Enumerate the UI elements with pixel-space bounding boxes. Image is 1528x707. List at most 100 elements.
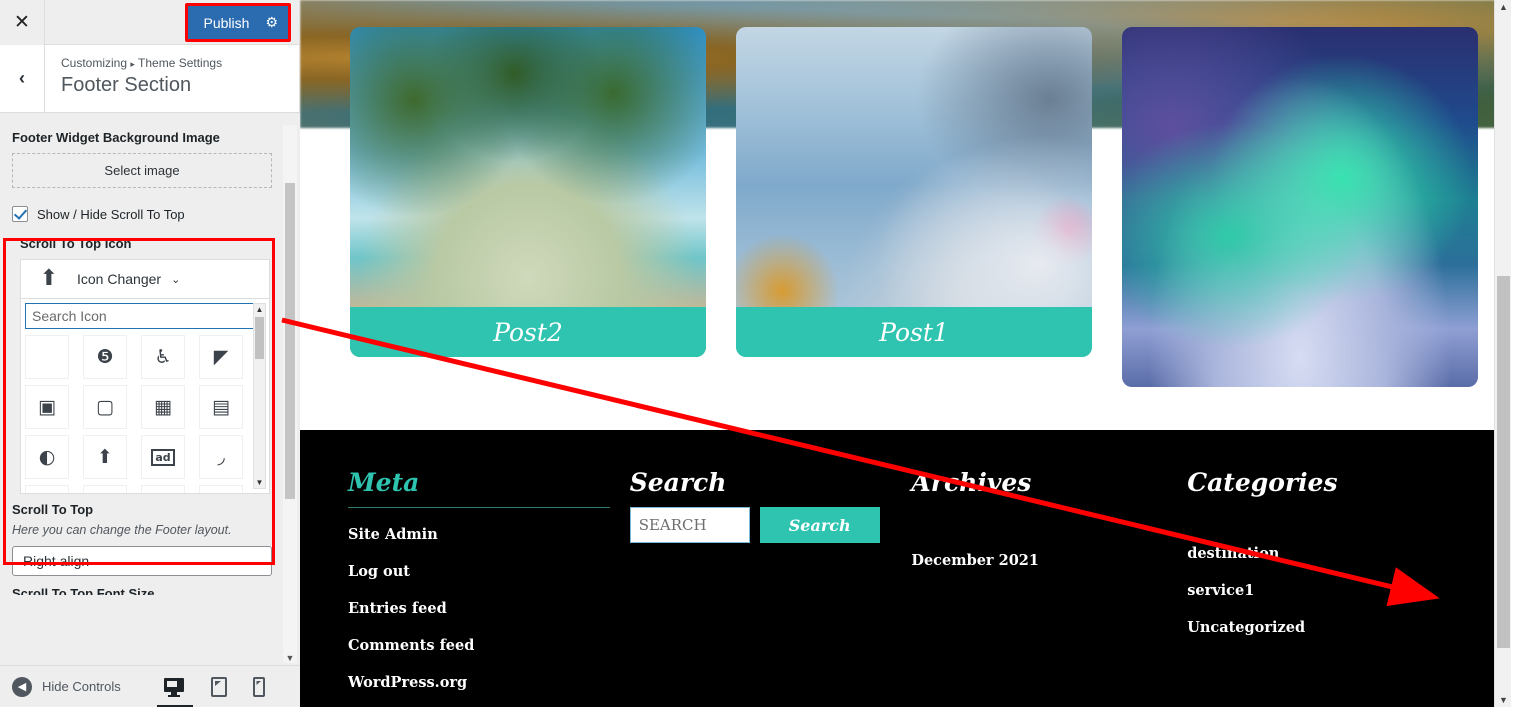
icon-changer-toggle[interactable]: ⬆ Icon Changer ⌄ [20,259,270,299]
post-thumbnail [1122,27,1478,387]
customizer-header: ✕ Publish ⚙ [0,0,299,45]
gear-icon[interactable]: ⚙ [265,14,278,31]
adjust-icon[interactable]: ◐ [25,435,69,479]
footer-link[interactable]: Log out [348,563,630,580]
publish-highlight: Publish ⚙ [184,3,291,42]
scroll-to-top-select-value: Right align [23,553,90,569]
icon-grid: ❺ ♿ ◤ ▣ ▢ ▦ ▤ ◐ ⬆ ad ◞ ▩ ☰ ☰ ☰ [25,335,257,493]
footer-link[interactable]: December 2021 [911,552,1187,569]
search-icon-input[interactable] [25,303,257,329]
close-icon[interactable]: ✕ [0,0,45,45]
breadcrumb-separator-icon: ▸ [130,59,135,69]
breadcrumb-parent: Theme Settings [138,56,223,70]
site-footer: Meta Site Admin Log out Entries feed Com… [300,430,1511,707]
scroll-down-icon[interactable]: ▼ [285,653,295,663]
show-hide-scroll-top-row[interactable]: Show / Hide Scroll To Top [12,206,288,222]
sidebar-footer: ◀ Hide Controls [0,665,300,707]
footer-widget-meta: Meta Site Admin Log out Entries feed Com… [348,468,630,707]
breadcrumb: Customizing ▸ Theme Settings [61,55,222,72]
collapse-icon: ◀ [12,676,32,697]
blank-icon[interactable] [25,335,69,379]
scroll-to-top-select[interactable]: Right align ⌄ [12,546,272,576]
ad-icon[interactable]: ad [141,435,185,479]
post-card[interactable] [1122,27,1478,387]
adversal-icon[interactable]: ⬆ [83,435,127,479]
affiliatetheme-icon[interactable]: ◞ [199,435,243,479]
address-card-solid-icon[interactable]: ▦ [141,385,185,429]
scrollbar-thumb[interactable] [1497,276,1510,648]
chevron-down-icon: ⌄ [251,555,261,568]
scroll-to-top-label: Scroll To Top [12,502,94,517]
divider [348,507,610,508]
footer-widget-search: Search SEARCH Search [629,468,912,707]
footer-link[interactable]: service1 [1187,582,1463,599]
scroll-to-top-description: Here you can change the Footer layout. [12,523,232,537]
scroll-up-icon[interactable]: ▲ [254,304,265,315]
airbnb-icon[interactable]: ▩ [25,485,69,493]
icon-grid-scrollbar[interactable]: ▲ ▼ [253,303,266,489]
footer-link[interactable]: destination [1187,545,1463,562]
address-book-solid-icon[interactable]: ▣ [25,385,69,429]
post-card[interactable]: Post1 [736,27,1092,357]
scrollbar-thumb[interactable] [285,183,295,499]
customizer-screen: ✕ Publish ⚙ ‹ Customizing ▸ Theme Settin… [0,0,1528,707]
post-title[interactable]: Post2 [350,307,706,357]
sidebar-scrollbar[interactable]: ▼ [283,125,297,663]
scroll-to-top-font-size-label: Scroll To Top Font Size [12,586,155,595]
icon-changer-label: Icon Changer [77,271,162,287]
chevron-down-icon: ⌄ [171,273,181,286]
footer-link[interactable]: Uncategorized [1187,619,1463,636]
fivehundredpx-icon[interactable]: ❺ [83,335,127,379]
align-center-icon[interactable]: ☰ [83,485,127,493]
device-preview-buttons [156,676,265,707]
accessible-icon[interactable]: ♿ [141,335,185,379]
customizer-sidebar: ✕ Publish ⚙ ‹ Customizing ▸ Theme Settin… [0,0,300,707]
scroll-up-icon[interactable]: ▲ [1495,0,1511,14]
search-button[interactable]: Search [759,507,880,543]
desktop-icon[interactable] [156,677,193,707]
post-card[interactable]: Post2 [350,27,706,357]
scroll-down-icon[interactable]: ▼ [1495,693,1511,707]
show-hide-label: Show / Hide Scroll To Top [37,206,185,222]
footer-link[interactable]: Comments feed [348,637,630,654]
scroll-to-top-icon-control: Scroll To Top Icon ⬆ Icon Changer ⌄ ❺ ♿ ◤ ▣… [12,236,288,494]
align-left-icon[interactable]: ☰ [199,485,243,493]
arrow-up-icon: ⬆ [39,266,59,291]
footer-link[interactable]: Entries feed [348,600,630,617]
scroll-to-top-layout-control: Scroll To Top Here you can change the Fo… [12,502,288,595]
bg-image-label: Footer Widget Background Image [12,130,220,145]
post-title[interactable]: Post1 [736,307,1092,357]
address-card-regular-icon[interactable]: ▤ [199,385,243,429]
hide-controls-label: Hide Controls [42,679,121,694]
align-justify-icon[interactable]: ☰ [141,485,185,493]
controls-pane: Footer Widget Background Image Select im… [0,114,300,665]
footer-widget-title: Search [629,468,727,497]
footer-link[interactable]: Site Admin [348,526,630,543]
scrollbar-thumb[interactable] [255,317,264,359]
footer-widget-categories: Categories destination service1 Uncatego… [1187,468,1463,707]
footer-widget-title: Meta [348,468,420,497]
hide-controls-button[interactable]: ◀ Hide Controls [12,676,121,697]
mobile-icon[interactable] [252,676,265,697]
show-hide-checkbox[interactable] [12,206,28,222]
ad-label: ad [151,448,175,466]
breadcrumb-root: Customizing [61,56,128,70]
back-icon[interactable]: ‹ [0,45,45,112]
search-input[interactable]: SEARCH [629,507,750,543]
site-preview: Post2 Post1 Meta Site Admin Log out Entr… [300,0,1511,707]
scroll-down-icon[interactable]: ▼ [254,477,265,488]
footer-link[interactable]: WordPress.org [348,674,630,691]
tablet-icon[interactable] [210,676,227,697]
select-image-button[interactable]: Select image [12,153,272,188]
page-title: Footer Section [61,74,192,96]
footer-widget-columns: Meta Site Admin Log out Entries feed Com… [300,430,1511,707]
publish-button-label: Publish [203,14,250,31]
publish-button[interactable]: Publish ⚙ [187,6,288,39]
accusoft-icon[interactable]: ◤ [199,335,243,379]
preview-scrollbar[interactable]: ▲ ▼ [1494,0,1511,707]
address-book-regular-icon[interactable]: ▢ [83,385,127,429]
icon-picker-dropdown: ❺ ♿ ◤ ▣ ▢ ▦ ▤ ◐ ⬆ ad ◞ ▩ ☰ ☰ ☰ ▲ ▼ [20,299,270,494]
footer-widget-title: Categories [1187,468,1338,497]
scroll-to-top-icon-label: Scroll To Top Icon [20,236,132,251]
footer-widget-archives: Archives December 2021 [911,468,1187,707]
